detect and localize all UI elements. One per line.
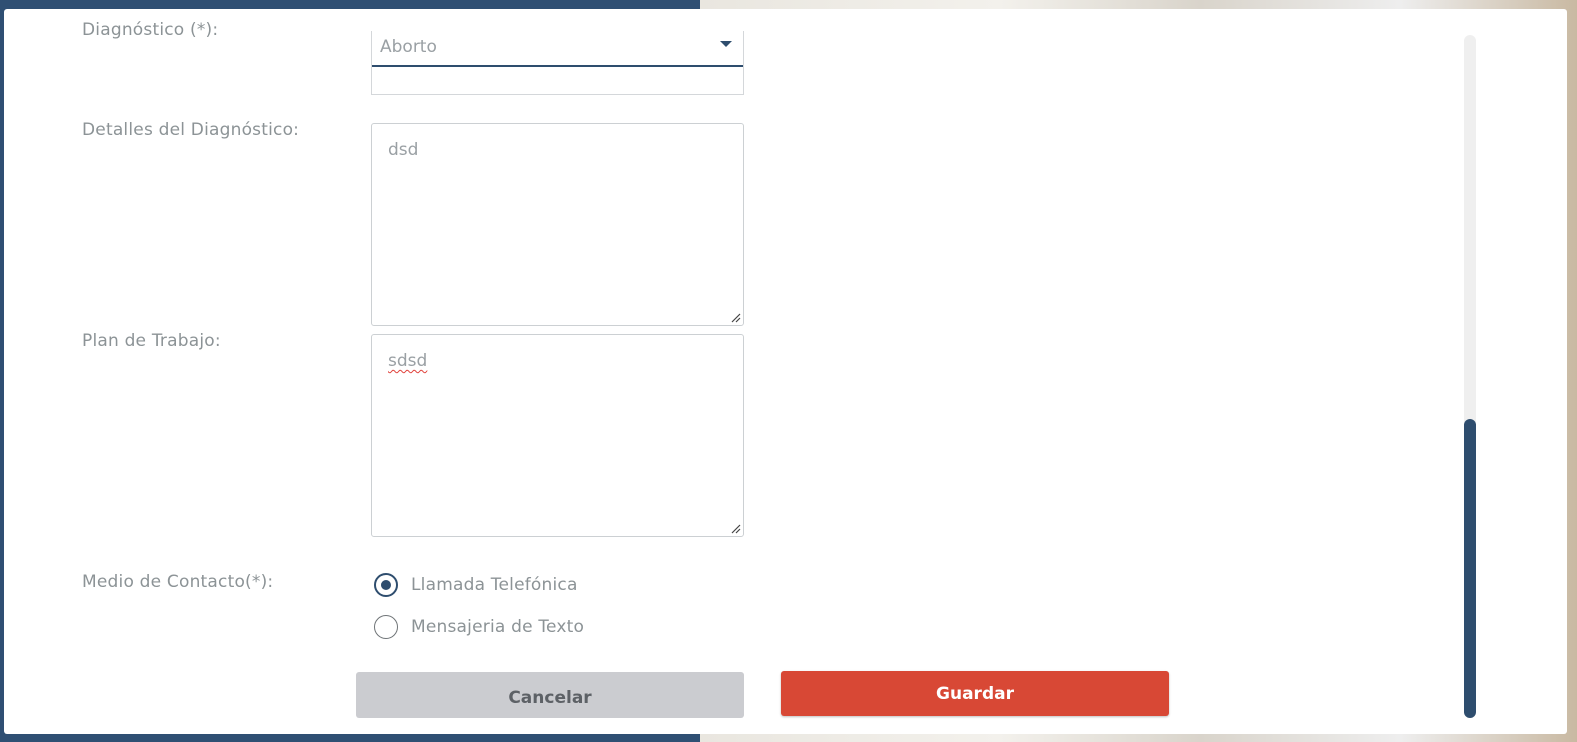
plan-value: sdsd [388, 351, 428, 371]
scrollbar-track[interactable] [1464, 35, 1476, 718]
radio-unchecked-icon[interactable] [374, 615, 398, 639]
cancel-button[interactable]: Cancelar [356, 672, 744, 718]
caret-down-icon[interactable] [720, 41, 732, 47]
resize-handle-icon[interactable] [731, 524, 741, 534]
diagnostico-label: Diagnóstico (*): [82, 20, 219, 40]
radio-label-mensajeria[interactable]: Mensajeria de Texto [411, 617, 584, 637]
diagnostico-select-value: Aborto [380, 37, 437, 57]
detalles-value: dsd [388, 140, 419, 160]
radio-label-llamada[interactable]: Llamada Telefónica [411, 575, 578, 595]
medio-contacto-label: Medio de Contacto(*): [82, 572, 274, 592]
radio-checked-icon[interactable] [374, 573, 398, 597]
diagnostico-select[interactable]: Aborto [372, 31, 743, 67]
radio-option-mensajeria[interactable]: Mensajeria de Texto [374, 614, 584, 640]
plan-label: Plan de Trabajo: [82, 331, 221, 351]
detalles-textarea[interactable]: dsd [371, 123, 744, 326]
diagnosis-modal: Diagnóstico (*): Aborto Detalles del Dia… [4, 9, 1567, 734]
scrollbar-thumb[interactable] [1464, 419, 1476, 718]
detalles-label: Detalles del Diagnóstico: [82, 120, 300, 140]
resize-handle-icon[interactable] [731, 313, 741, 323]
radio-option-llamada[interactable]: Llamada Telefónica [374, 572, 578, 598]
save-button[interactable]: Guardar [781, 671, 1169, 716]
plan-textarea[interactable]: sdsd [371, 334, 744, 537]
diagnostico-select-container: Aborto [371, 31, 744, 95]
